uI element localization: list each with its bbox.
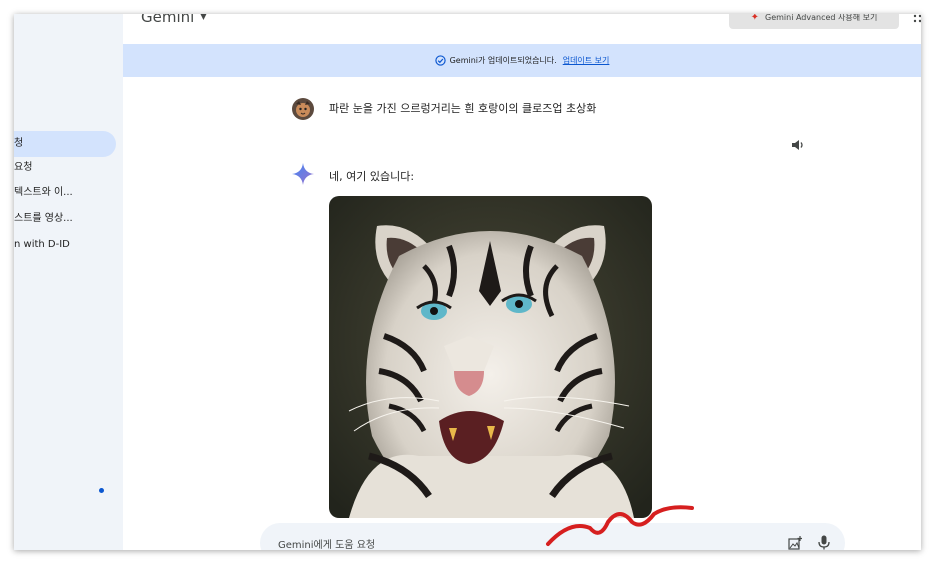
app-title: Gemini bbox=[141, 14, 195, 26]
sidebar-item-label: 텍스트와 이... bbox=[14, 187, 73, 198]
apps-grid-icon[interactable] bbox=[913, 14, 921, 24]
sidebar-item-recent-1[interactable]: 청 bbox=[14, 131, 116, 157]
model-selector[interactable]: Gemini ▼ bbox=[141, 14, 206, 26]
app-window: 청 요청 텍스트와 이... 스트를 영상... n with D-ID Gem… bbox=[14, 14, 921, 550]
update-banner: Gemini가 업데이트되었습니다. 업데이트 보기 bbox=[123, 44, 921, 77]
main-panel: Gemini ▼ ✦ Gemini Advanced 사용해 보기 Gemini가 … bbox=[123, 14, 921, 550]
sidebar-item-label: n with D-ID bbox=[14, 239, 70, 250]
sidebar-item-recent-2[interactable]: 요청 bbox=[14, 155, 32, 181]
view-updates-link[interactable]: 업데이트 보기 bbox=[563, 56, 610, 65]
sparkle-icon: ✦ bbox=[750, 14, 759, 23]
check-circle-icon bbox=[434, 55, 446, 66]
user-prompt: 파란 눈을 가진 으르렁거리는 흰 호랑이의 클로즈업 초상화 bbox=[329, 102, 597, 115]
sidebar-item-recent-5[interactable]: n with D-ID bbox=[14, 232, 70, 258]
tiger-image bbox=[329, 196, 652, 518]
sidebar-item-recent-3[interactable]: 텍스트와 이... bbox=[14, 180, 73, 206]
image-add-icon[interactable] bbox=[788, 536, 802, 550]
sidebar-item-recent-4[interactable]: 스트를 영상... bbox=[14, 206, 73, 232]
reply-text: 네, 여기 있습니다: bbox=[329, 170, 415, 183]
sidebar-item-label: 요청 bbox=[14, 162, 33, 173]
caret-down-icon: ▼ bbox=[200, 14, 207, 21]
prompt-input[interactable]: Gemini에게 도움 요청 bbox=[278, 536, 375, 550]
sidebar-item-label: 청 bbox=[14, 138, 24, 149]
mic-icon[interactable] bbox=[818, 535, 830, 550]
banner-message: Gemini가 업데이트되었습니다. bbox=[449, 56, 557, 65]
advanced-button-label: Gemini Advanced 사용해 보기 bbox=[765, 14, 878, 22]
gemini-sparkle-icon bbox=[292, 163, 314, 185]
user-avatar-image bbox=[292, 98, 314, 120]
generated-image[interactable] bbox=[329, 196, 652, 518]
location-dot bbox=[99, 488, 104, 493]
avatar bbox=[292, 98, 314, 120]
prompt-input-bar[interactable]: Gemini에게 도움 요청 bbox=[260, 523, 845, 550]
speaker-icon[interactable] bbox=[791, 138, 805, 152]
gemini-advanced-button[interactable]: ✦ Gemini Advanced 사용해 보기 bbox=[729, 14, 899, 29]
sidebar-item-label: 스트를 영상... bbox=[14, 213, 73, 224]
sidebar: 청 요청 텍스트와 이... 스트를 영상... n with D-ID bbox=[14, 14, 123, 550]
